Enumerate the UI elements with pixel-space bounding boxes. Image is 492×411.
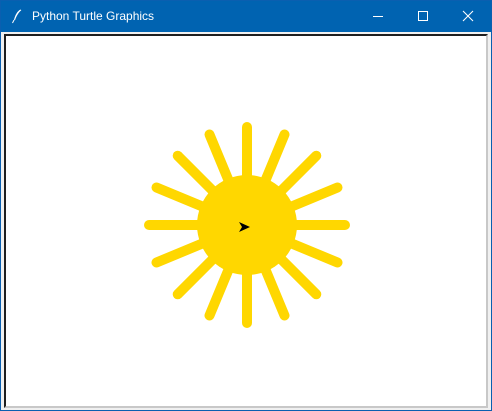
sun-core [197, 175, 297, 275]
turtle-canvas[interactable] [6, 36, 486, 406]
sun-drawing [144, 122, 350, 328]
window-title: Python Turtle Graphics [32, 9, 155, 23]
minimize-button[interactable] [355, 1, 401, 32]
maximize-button[interactable] [400, 1, 446, 32]
close-icon [462, 10, 474, 22]
feather-icon[interactable] [9, 8, 25, 24]
canvas-frame [4, 34, 488, 408]
turtle-window: Python Turtle Graphics [0, 0, 492, 411]
close-button[interactable] [445, 1, 491, 32]
minimize-icon [373, 16, 383, 17]
title-bar[interactable]: Python Turtle Graphics [1, 1, 491, 32]
maximize-icon [418, 11, 428, 21]
